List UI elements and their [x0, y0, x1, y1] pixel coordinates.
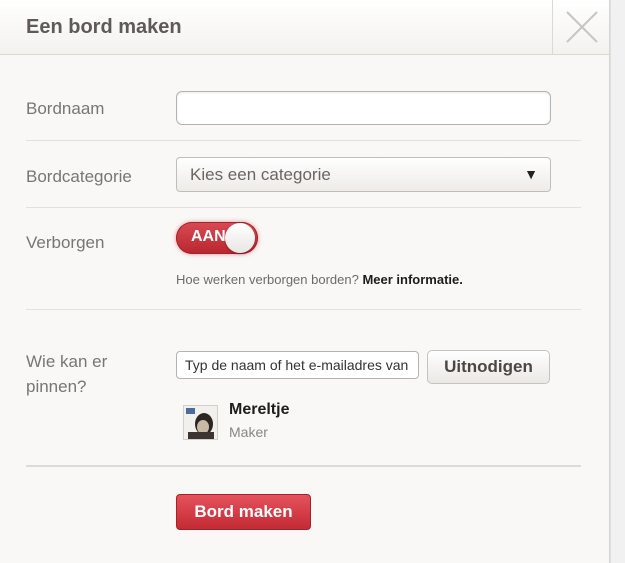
board-name-input[interactable]: [176, 91, 551, 125]
pinners-label-line1: Wie kan er: [26, 352, 108, 371]
dialog-header: Een bord maken: [0, 0, 609, 55]
hidden-hint-text: Hoe werken verborgen borden?: [176, 272, 359, 287]
user-avatar-icon: [184, 406, 217, 439]
hidden-hint: Hoe werken verborgen borden? Meer inform…: [176, 272, 463, 287]
create-board-button[interactable]: Bord maken: [176, 494, 311, 530]
board-category-label: Bordcategorie: [26, 167, 132, 186]
avatar: [183, 405, 218, 440]
invite-input[interactable]: [176, 351, 419, 379]
toggle-knob: [225, 223, 255, 253]
divider: [26, 207, 581, 208]
hidden-label: Verborgen: [26, 233, 105, 252]
member-role: Maker: [229, 424, 268, 440]
divider: [26, 309, 581, 310]
pinners-label-line2: pinnen?: [26, 377, 87, 396]
more-info-link[interactable]: Meer informatie.: [362, 272, 462, 287]
close-x-icon: [566, 11, 598, 43]
divider: [26, 465, 581, 467]
dialog-title: Een bord maken: [26, 16, 182, 38]
divider: [26, 140, 581, 141]
close-button[interactable]: [552, 0, 610, 54]
create-board-dialog: Een bord maken Bordnaam Bordcategorie Ki…: [0, 0, 610, 563]
board-name-label: Bordnaam: [26, 99, 105, 118]
invite-button[interactable]: Uitnodigen: [427, 350, 550, 384]
scrollbar[interactable]: [610, 0, 625, 563]
dropdown-arrow-icon: ▼: [524, 166, 538, 182]
board-category-select[interactable]: Kies een categorie ▼: [176, 157, 551, 192]
board-category-value: Kies een categorie: [190, 165, 331, 184]
member-name: Mereltje: [229, 401, 290, 418]
hidden-toggle[interactable]: AAN: [176, 222, 258, 254]
toggle-state-text: AAN: [191, 228, 226, 245]
